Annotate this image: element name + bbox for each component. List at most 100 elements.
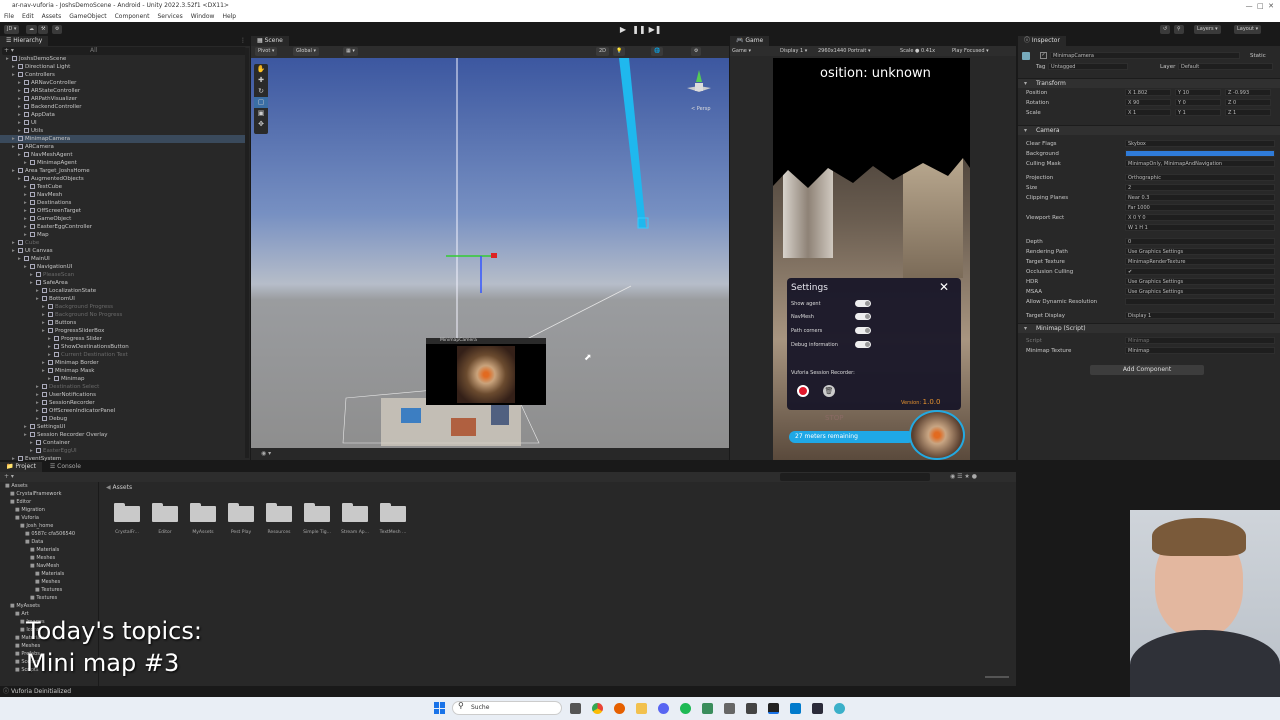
asset-folder-icon[interactable] (342, 502, 368, 522)
camera-row-field[interactable]: X 0 Y 0 (1125, 214, 1275, 221)
project-tree-item[interactable]: ■ Data (0, 538, 98, 546)
hierarchy-tab[interactable]: ☰ Hierarchy (0, 36, 49, 46)
step-icon[interactable]: ▶❚ (648, 24, 662, 35)
scale-slider[interactable]: Scale ● 0.41x (900, 46, 935, 56)
hierarchy-item[interactable]: ▸ BackendController (0, 103, 246, 111)
camera-row-field[interactable]: Skybox (1125, 140, 1275, 147)
project-tree-item[interactable]: ■ Meshes (0, 578, 98, 586)
hierarchy-item[interactable]: ▸ NavigationUI (0, 263, 246, 271)
unity-hub-icon[interactable] (724, 703, 735, 714)
firefox-icon[interactable] (614, 703, 625, 714)
hierarchy-search-bar[interactable]: + ▾ All (2, 47, 246, 55)
game-mode-dropdown[interactable]: Game ▾ (732, 46, 751, 56)
hierarchy-item[interactable]: ▸ PleaseScan (0, 271, 246, 279)
rect-tool-icon[interactable]: ▣ (254, 108, 268, 119)
camera-row-field[interactable]: MinimapRenderTexture (1125, 258, 1275, 265)
add-object-icon[interactable]: + ▾ (4, 47, 14, 54)
hierarchy-item[interactable]: ▸ ARStateController (0, 87, 246, 95)
active-checkbox[interactable]: ✓ (1040, 52, 1047, 59)
asset-folder-icon[interactable] (380, 502, 406, 522)
close-icon[interactable]: ✕ (939, 280, 949, 294)
project-tab[interactable]: 📁 Project (0, 462, 42, 472)
hierarchy-item[interactable]: ▸ BottomUI (0, 295, 246, 303)
project-tree-item[interactable]: ■ Josh_home (0, 522, 98, 530)
project-tree-item[interactable]: ■ CrystalFramework (0, 490, 98, 498)
transform-header[interactable]: Transform (1018, 78, 1280, 88)
window-controls[interactable]: — □ ✕ (1246, 0, 1274, 12)
chrome-icon[interactable] (592, 703, 603, 714)
cloud-icon[interactable]: ☁ (26, 25, 37, 34)
camera-row-field[interactable]: MinimapOnly, MinimapAndNavigation (1125, 160, 1275, 167)
hierarchy-item[interactable]: ▸ OffScreenTarget (0, 207, 246, 215)
camera-row-field[interactable]: Use Graphics Settings (1125, 288, 1275, 295)
camera-row-field[interactable]: Near 0.3 (1125, 194, 1275, 201)
project-tree-item[interactable]: ■ Materials (0, 570, 98, 578)
layout-dropdown[interactable]: Layout ▾ (1234, 25, 1262, 34)
hierarchy-item[interactable]: ▸ TestCube (0, 183, 246, 191)
project-tree-item[interactable]: ■ Vuforia (0, 514, 98, 522)
hierarchy-item[interactable]: ▸ Utils (0, 127, 246, 135)
transform-scale-z-field[interactable]: Z 1 (1225, 109, 1271, 116)
hierarchy-item[interactable]: ▸ Buttons (0, 319, 246, 327)
app-icon-2[interactable] (812, 703, 823, 714)
pause-icon[interactable]: ❚❚ (632, 24, 646, 35)
camera-fold-icon[interactable]: ▾ (1024, 127, 1027, 134)
hierarchy-item[interactable]: ▸ MinimapCamera (0, 135, 246, 143)
filter-icons[interactable]: ◉ ☰ ★ ● (950, 473, 977, 480)
transform-scale-x-field[interactable]: X 1 (1125, 109, 1171, 116)
create-asset-icon[interactable]: + ▾ (4, 473, 14, 480)
spotify-icon[interactable] (680, 703, 691, 714)
vscode-icon[interactable] (790, 703, 801, 714)
hand-tool-icon[interactable]: ✋ (254, 64, 268, 75)
transform-rotation-z-field[interactable]: Z 0 (1225, 99, 1271, 106)
menu-window[interactable]: Window (187, 12, 219, 22)
hierarchy-item[interactable]: ▸ ShowDestinationsButton (0, 343, 246, 351)
minimap-widget[interactable] (909, 410, 965, 460)
task-view-icon[interactable] (570, 703, 581, 714)
hierarchy-item[interactable]: ▸ SafeArea (0, 279, 246, 287)
hierarchy-item[interactable]: ▸ EasterEggController (0, 223, 246, 231)
menu-component[interactable]: Component (111, 12, 154, 22)
scene-overlay-icon[interactable]: ◉ ▾ (261, 450, 271, 457)
navmesh-toggle[interactable] (855, 313, 871, 320)
hierarchy-item[interactable]: ▸ EasterEggUI (0, 447, 246, 455)
project-tree-item[interactable]: ■ Meshes (0, 554, 98, 562)
unity-editor-icon[interactable] (768, 703, 779, 714)
path-corners-toggle[interactable] (855, 327, 871, 334)
game-viewport[interactable]: osition: unknown Settings ✕ Show agent N… (773, 58, 970, 460)
debug-info-toggle[interactable] (855, 341, 871, 348)
transform-position-x-field[interactable]: X 1.802 (1125, 89, 1171, 96)
global-dropdown[interactable]: Global ▾ (293, 47, 320, 56)
scene-viewport[interactable]: ⬈ MinimapCamera ✋ ✚ ↻ ▢ ▣ ✥ < Persp (251, 58, 729, 448)
hierarchy-item[interactable]: ▸ Container (0, 439, 246, 447)
grid-snap-icon[interactable]: ▦ ▾ (343, 47, 358, 56)
windows-start-icon[interactable] (434, 702, 446, 714)
menu-services[interactable]: Services (153, 12, 186, 22)
transform-fold-icon[interactable]: ▾ (1024, 80, 1027, 87)
hierarchy-item[interactable]: ▸ ARCamera (0, 143, 246, 151)
hierarchy-item[interactable]: ▸ Destinations (0, 199, 246, 207)
project-tree-item[interactable]: ■ MyAssets (0, 602, 98, 610)
hierarchy-item[interactable]: ▸ UserNotifications (0, 391, 246, 399)
taskbar-search-input[interactable]: Suche (452, 701, 562, 715)
hierarchy-item[interactable]: ▸ Controllers (0, 71, 246, 79)
hierarchy-item[interactable]: ▸ JoshsDemoScene (0, 55, 246, 63)
asset-folder-icon[interactable] (266, 502, 292, 522)
resolution-dropdown[interactable]: 2960x1440 Portrait ▾ (818, 46, 871, 56)
layers-dropdown[interactable]: Layers ▾ (1194, 25, 1221, 34)
camera-settings-icon[interactable]: ⚙ (691, 47, 702, 56)
zoom-slider[interactable] (985, 676, 1009, 678)
display-dropdown[interactable]: Display 1 ▾ (780, 46, 807, 56)
hierarchy-item[interactable]: ▸ AppData (0, 111, 246, 119)
transform-tool-icon[interactable]: ✥ (254, 119, 268, 130)
script-fold-icon[interactable]: ▾ (1024, 325, 1027, 332)
file-explorer-icon[interactable] (636, 703, 647, 714)
app-icon-1[interactable] (702, 703, 713, 714)
inspector-tab[interactable]: ⓘ Inspector (1018, 36, 1066, 46)
hierarchy-item[interactable]: ▸ UI (0, 119, 246, 127)
hierarchy-item[interactable]: ▸ Session Recorder Overlay (0, 431, 246, 439)
menu-file[interactable]: File (0, 12, 18, 22)
hierarchy-item[interactable]: ▸ Area Target_JoshsHome (0, 167, 246, 175)
camera-row-field[interactable]: 2 (1125, 184, 1275, 191)
menu-edit[interactable]: Edit (18, 12, 38, 22)
